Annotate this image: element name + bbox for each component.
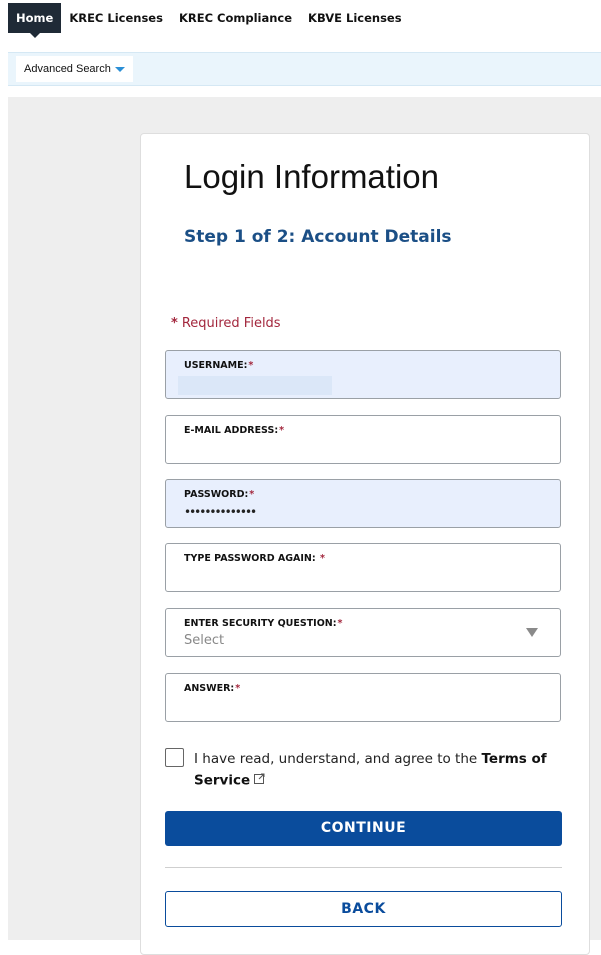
password-input[interactable]: •••••••••••••• [184, 505, 257, 519]
dropdown-arrow-icon [526, 628, 538, 637]
terms-checkbox[interactable] [165, 748, 184, 767]
page-title: Login Information [184, 158, 439, 195]
username-field[interactable]: USERNAME:* [165, 350, 561, 399]
external-link-icon [254, 770, 265, 791]
answer-field[interactable]: ANSWER:* [165, 673, 561, 722]
advanced-search-dropdown[interactable]: Advanced Search [16, 56, 133, 82]
required-star-icon: * [171, 316, 178, 331]
username-label: USERNAME:* [184, 360, 254, 371]
security-question-value: Select [184, 633, 225, 648]
email-field[interactable]: E-MAIL ADDRESS:* [165, 415, 561, 464]
advanced-search-label: Advanced Search [24, 63, 111, 75]
password-confirm-label: TYPE PASSWORD AGAIN: * [184, 553, 325, 564]
tab-kbve-licenses[interactable]: KBVE Licenses [300, 3, 410, 33]
divider [165, 867, 562, 868]
email-label: E-MAIL ADDRESS:* [184, 425, 285, 436]
username-input[interactable] [178, 376, 332, 395]
security-question-select[interactable]: ENTER SECURITY QUESTION:* Select [165, 608, 561, 657]
password-confirm-field[interactable]: TYPE PASSWORD AGAIN: * [165, 543, 561, 592]
tab-krec-licenses[interactable]: KREC Licenses [61, 3, 171, 33]
answer-label: ANSWER:* [184, 683, 241, 694]
continue-button[interactable]: CONTINUE [165, 811, 562, 846]
step-title: Step 1 of 2: Account Details [184, 227, 452, 247]
password-field[interactable]: PASSWORD:* •••••••••••••• [165, 479, 561, 528]
password-label: PASSWORD:* [184, 489, 255, 500]
required-fields-note: * Required Fields [171, 316, 281, 331]
required-fields-label: Required Fields [181, 316, 281, 331]
tab-home[interactable]: Home [8, 3, 62, 38]
tab-krec-compliance[interactable]: KREC Compliance [171, 3, 300, 33]
chevron-down-icon [114, 66, 125, 72]
sub-nav: Advanced Search [8, 52, 601, 86]
security-question-label: ENTER SECURITY QUESTION:* [184, 618, 343, 629]
top-nav: Home KREC Licenses KREC Compliance KBVE … [8, 3, 410, 38]
back-button[interactable]: BACK [165, 891, 562, 927]
terms-text: I have read, understand, and agree to th… [194, 749, 569, 792]
